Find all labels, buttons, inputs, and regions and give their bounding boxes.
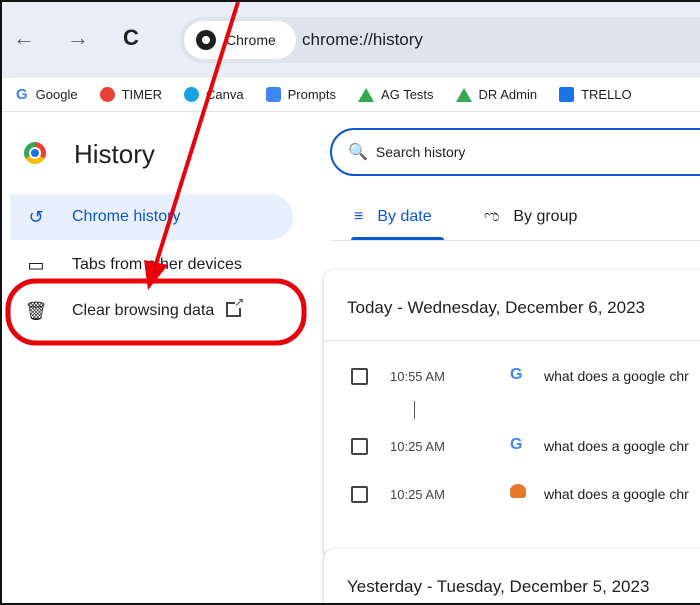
trash-icon: 🗑 [24,300,48,321]
bookmark-google[interactable]: G Google [16,86,78,103]
bookmark-label: AG Tests [381,87,434,102]
site-info-chip[interactable]: Chrome [184,21,296,59]
history-icon: ↺ [28,206,44,227]
entry-time: 10:25 AM [390,439,445,454]
history-entry[interactable]: 10:55 AM G what does a google chr [324,358,700,398]
sidebar-item-chrome-history[interactable]: ↺ Chrome history [10,194,293,240]
forward-arrow-icon: → [67,25,89,50]
text-cursor [414,401,415,419]
tab-by-date[interactable]: ≡ By date [354,202,432,232]
drive-icon [358,87,375,102]
entry-title[interactable]: what does a google chr [544,368,689,384]
search-icon: 🔍 [348,144,368,161]
site-chip-label: Chrome [226,32,276,48]
search-box[interactable]: 🔍 [330,128,700,176]
tab-label: By group [513,208,578,225]
drive-icon [455,87,472,102]
back-button[interactable]: ← [10,24,38,52]
bookmark-label: DR Admin [478,87,538,102]
reddit-icon [510,484,526,498]
divider [324,340,700,341]
bookmark-canva[interactable]: Canva [184,87,244,102]
entry-checkbox[interactable] [351,368,368,385]
bookmark-label: Canva [206,87,244,102]
bookmark-label: TRELLO [581,87,632,102]
url-text[interactable]: chrome://history [302,30,423,50]
history-day-card: Yesterday - Tuesday, December 5, 2023 [324,549,700,603]
tab-divider [330,240,700,241]
canva-icon [184,87,200,102]
history-entry[interactable]: 10:25 AM G what does a google chr [324,428,700,468]
timer-icon [99,87,115,102]
bookmark-timer[interactable]: TIMER [99,87,163,102]
sidebar-item-tabs-other-devices[interactable]: ▭ Tabs from other devices [10,242,293,288]
bookmark-ag-tests[interactable]: AG Tests [358,87,434,102]
history-day-card: Today - Wednesday, December 6, 2023 10:5… [324,270,700,558]
sidebar-item-clear-browsing-data[interactable]: 🗑 Clear browsing data [10,288,293,334]
tab-by-group[interactable]: ಌ By group [484,202,577,232]
history-entry[interactable]: 10:25 AM what does a google chr [324,476,700,516]
tab-label: By date [377,208,432,225]
search-input[interactable] [375,144,676,160]
forward-button[interactable]: → [64,24,92,52]
clear-browsing-label: Clear browsing data [72,302,215,319]
external-link-icon [226,295,244,317]
entry-time: 10:25 AM [390,487,445,502]
chrome-logo-icon [24,142,46,164]
sidebar-item-label: Tabs from other devices [72,256,242,273]
browser-toolbar: ← → C Chrome chrome://history [2,2,700,78]
entry-title[interactable]: what does a google chr [544,438,689,454]
bookmark-prompts[interactable]: Prompts [265,87,337,102]
reload-icon: C [123,25,139,50]
bookmark-label: Prompts [287,87,337,102]
back-arrow-icon: ← [13,25,35,50]
google-icon: G [510,436,523,453]
sidebar-item-label: Chrome history [72,208,181,225]
page-title: History [74,139,155,169]
devices-icon: ▭ [27,254,45,275]
bookmark-label: Google [35,87,78,102]
entry-title[interactable]: what does a google chr [544,486,689,502]
bookmark-trello[interactable]: TRELLO [559,87,632,102]
bookmark-dr-admin[interactable]: DR Admin [455,87,538,102]
trello-icon [559,87,575,102]
list-icon: ≡ [354,208,364,225]
entry-checkbox[interactable] [351,486,368,503]
google-icon: G [16,86,28,103]
chrome-icon [196,30,216,50]
entry-checkbox[interactable] [351,438,368,455]
google-icon: G [510,366,523,383]
sidebar-item-label: Clear browsing data [72,295,244,320]
prompts-icon [265,87,281,102]
browser-window: ← → C Chrome chrome://history G Google TI… [0,0,700,605]
reload-button[interactable]: C [117,24,145,52]
entry-time: 10:55 AM [390,369,445,384]
group-icon: ಌ [484,208,500,225]
day-title: Today - Wednesday, December 6, 2023 [347,298,645,317]
bookmarks-bar: G Google TIMER Canva Prompts AG Tests DR … [2,78,700,112]
bookmark-label: TIMER [121,87,163,102]
day-title: Yesterday - Tuesday, December 5, 2023 [347,577,650,596]
